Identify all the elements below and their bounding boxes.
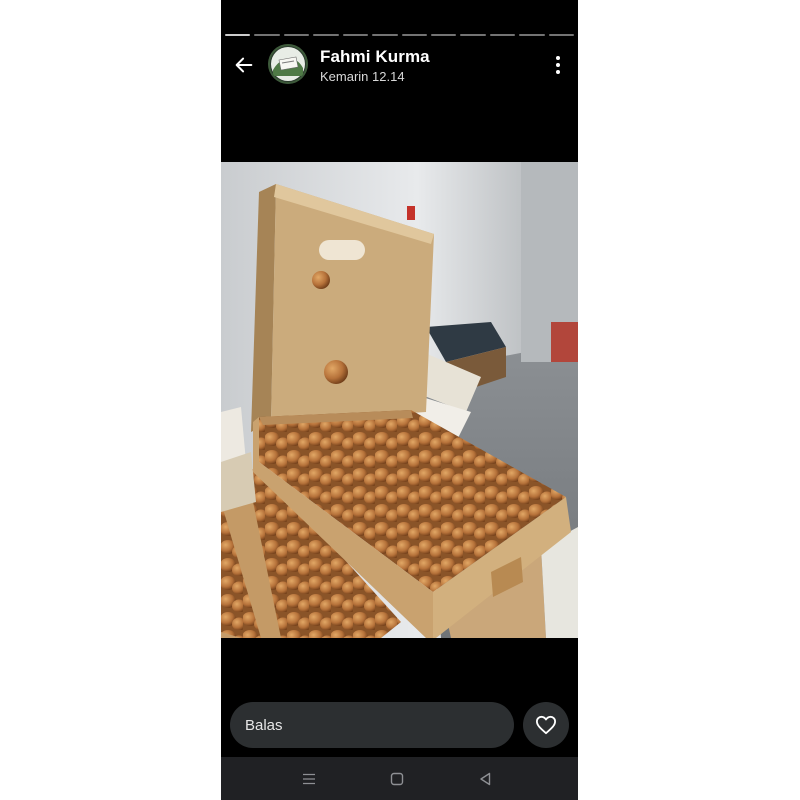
progress-segment [313,34,339,36]
home-icon [390,772,404,786]
back-button[interactable] [231,52,257,78]
recent-apps-icon [303,773,315,785]
progress-segment [225,34,251,36]
more-options-button[interactable] [548,52,568,78]
nav-back-icon [480,772,491,786]
progress-segment [460,34,486,36]
heart-icon [536,715,556,735]
status-photo[interactable] [221,162,578,638]
dates-boxes-photo [221,162,578,638]
author-name[interactable]: Fahmi Kurma [320,47,430,67]
status-timestamp: Kemarin 12.14 [320,69,405,84]
progress-segment [401,34,427,36]
like-button[interactable] [523,702,569,748]
progress-segment [548,34,575,36]
arrow-left-icon [235,57,253,73]
nav-back-button[interactable] [473,767,497,791]
progress-segment [430,34,457,36]
avatar-image [268,44,308,84]
reply-placeholder: Balas [245,717,283,734]
status-header: Fahmi Kurma Kemarin 12.14 [221,40,578,90]
progress-segment [283,34,310,36]
recent-apps-button[interactable] [297,767,321,791]
status-progress-bar [225,34,575,37]
avatar[interactable] [268,44,308,84]
progress-segment [372,34,398,36]
progress-segment [254,34,280,36]
home-button[interactable] [385,767,409,791]
system-navigation-bar [221,757,578,800]
progress-segment [519,34,545,36]
progress-segment [342,34,369,36]
more-vertical-icon [556,56,560,74]
reply-input[interactable]: Balas [230,702,514,748]
status-viewer: Fahmi Kurma Kemarin 12.14 Balas [221,0,578,800]
progress-segment [489,34,516,36]
